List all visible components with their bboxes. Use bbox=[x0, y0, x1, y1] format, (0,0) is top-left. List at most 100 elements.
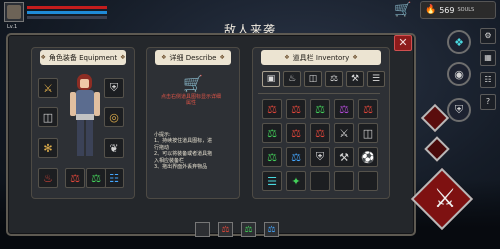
menu-button[interactable]: ▦ bbox=[480, 50, 496, 66]
cart-icon[interactable]: 🛒 bbox=[393, 2, 413, 18]
grid-icon: ▦ bbox=[484, 53, 492, 62]
skill-orb-button[interactable]: ❖ bbox=[447, 30, 471, 54]
close-icon[interactable]: ✕ bbox=[394, 35, 412, 51]
red-potion-icon: ⚖ bbox=[315, 126, 325, 140]
crossed-swords-icon: ⚔ bbox=[433, 184, 457, 214]
character-leg-left bbox=[77, 120, 84, 156]
inventory-slot[interactable]: ⚖ bbox=[286, 99, 306, 119]
inventory-slot-empty[interactable] bbox=[334, 171, 354, 191]
tab-helmet[interactable]: ♨ bbox=[283, 71, 301, 87]
tips-text: 小提示: 1、持续按住道具图标，进 行拖动 2、可以将装备或者道具拖 入相应装备… bbox=[154, 132, 236, 170]
tome-icon: ☷ bbox=[109, 171, 119, 185]
describe-header: ❖ 详细 Describe ❖ bbox=[155, 50, 231, 65]
player-level: Lv.1 bbox=[7, 24, 18, 30]
currency-display[interactable]: 🔥 569 SOULS bbox=[420, 1, 496, 19]
describe-title: 详细 Describe bbox=[169, 53, 217, 62]
wing-icon: ❖ bbox=[352, 54, 358, 61]
potion-tab-icon: ⚖ bbox=[329, 74, 339, 84]
inventory-slot[interactable]: ✦ bbox=[286, 171, 306, 191]
sword-icon: ⚔ bbox=[339, 126, 349, 140]
eye-button[interactable]: ◉ bbox=[447, 62, 471, 86]
scroll-icon: ☰ bbox=[267, 174, 277, 188]
equip-slot-potion-1[interactable]: ⚖ bbox=[65, 168, 85, 188]
green-potion-icon: ⚖ bbox=[315, 102, 325, 116]
equip-slot-shield[interactable]: ⛨ bbox=[104, 78, 124, 98]
character-torso bbox=[76, 90, 94, 116]
blue-potion-icon: ⚖ bbox=[291, 150, 301, 164]
green-potion-icon: ⚖ bbox=[267, 126, 277, 140]
inventory-slot[interactable]: ◫ bbox=[358, 123, 378, 143]
wing-icon: ❖ bbox=[284, 54, 290, 61]
red-potion-icon: ⚖ bbox=[363, 102, 373, 116]
hotbar-slot[interactable]: ⚖ bbox=[241, 222, 256, 237]
question-icon: ? bbox=[485, 97, 491, 106]
player-character bbox=[67, 74, 103, 166]
inventory-slot[interactable]: ⚒ bbox=[334, 147, 354, 167]
inventory-divider bbox=[258, 93, 380, 94]
hotbar-slot[interactable]: ⚖ bbox=[218, 222, 233, 237]
inventory-slot[interactable]: ⚖ bbox=[358, 99, 378, 119]
tab-armor[interactable]: ◫ bbox=[304, 71, 322, 87]
equip-slot-potion-2[interactable]: ⚖ bbox=[86, 168, 106, 188]
inventory-title: 道具栏 Inventory bbox=[292, 53, 350, 62]
equip-slot-amulet[interactable]: ✻ bbox=[38, 138, 58, 158]
scroll-tab-icon: ☰ bbox=[371, 74, 381, 84]
inventory-slot[interactable]: ⚖ bbox=[262, 99, 282, 119]
fire-icon: 🔥 bbox=[425, 5, 437, 15]
equipment-header: ❖ 角色装备 Equipment ❖ bbox=[40, 50, 126, 65]
inventory-slot[interactable]: ⚖ bbox=[262, 123, 282, 143]
describe-panel: ❖ 详细 Describe ❖ bbox=[146, 47, 240, 199]
weapon-tab-icon: ⚒ bbox=[350, 74, 360, 84]
inventory-slot[interactable]: ⚖ bbox=[310, 123, 330, 143]
map-icon: ☷ bbox=[484, 75, 492, 84]
tab-weapon[interactable]: ⚒ bbox=[346, 71, 364, 87]
defense-skill-button[interactable]: ⛨ bbox=[447, 98, 471, 122]
inventory-slot[interactable]: ⚖ bbox=[286, 123, 306, 143]
wing-icon: ❖ bbox=[219, 54, 225, 61]
equip-slot-tome[interactable]: ☷ bbox=[104, 168, 124, 188]
hotbar-slot[interactable] bbox=[195, 222, 210, 237]
player-avatar[interactable] bbox=[4, 2, 24, 22]
character-face bbox=[80, 79, 89, 88]
shield-icon: ⛨ bbox=[454, 103, 464, 116]
green-potion-icon: ⚖ bbox=[244, 224, 253, 235]
inventory-slot-empty[interactable] bbox=[358, 171, 378, 191]
inventory-slot-empty[interactable] bbox=[310, 171, 330, 191]
tab-all[interactable]: ▣ bbox=[262, 71, 280, 87]
green-potion-icon: ⚖ bbox=[267, 150, 277, 164]
currency-unit: SOULS bbox=[457, 7, 475, 13]
chest-armor-icon: ◫ bbox=[42, 110, 54, 124]
inventory-slot[interactable]: ⚔ bbox=[334, 123, 354, 143]
equip-slot-helmet[interactable]: ♨ bbox=[38, 168, 58, 188]
inventory-slot[interactable]: ⚖ bbox=[334, 99, 354, 119]
inventory-slot[interactable]: ⚽ bbox=[358, 147, 378, 167]
wing-icon: ❖ bbox=[40, 54, 46, 61]
inventory-header: ❖ 道具栏 Inventory ❖ bbox=[261, 50, 381, 65]
helmet-icon: ♨ bbox=[43, 171, 53, 185]
armor-tab-icon: ◫ bbox=[308, 74, 318, 84]
inventory-slot[interactable]: ⚖ bbox=[310, 99, 330, 119]
inventory-slot[interactable]: ⚖ bbox=[286, 147, 306, 167]
wand-icon: ✦ bbox=[291, 174, 301, 188]
gear-icon: ⚙ bbox=[484, 31, 492, 40]
help-button[interactable]: ? bbox=[480, 94, 496, 110]
red-potion-icon: ⚖ bbox=[70, 171, 80, 185]
inventory-slot[interactable]: ⚖ bbox=[262, 147, 282, 167]
equipment-title: 角色装备 Equipment bbox=[48, 53, 118, 62]
settings-button[interactable]: ⚙ bbox=[480, 28, 496, 44]
avatar-portrait bbox=[7, 5, 21, 19]
crossed-swords-icon: ⚔ bbox=[43, 81, 53, 95]
tab-scroll[interactable]: ☰ bbox=[367, 71, 385, 87]
hotbar-slot[interactable]: ⚖ bbox=[264, 222, 279, 237]
equip-slot-weapon[interactable]: ⚔ bbox=[38, 78, 58, 98]
equip-slot-ring[interactable]: ◎ bbox=[104, 107, 124, 127]
tab-potion[interactable]: ⚖ bbox=[325, 71, 343, 87]
inventory-slot[interactable]: ☰ bbox=[262, 171, 282, 191]
basket-icon: 🛒 bbox=[183, 74, 203, 93]
inventory-slot[interactable]: ⛨ bbox=[310, 147, 330, 167]
map-button[interactable]: ☷ bbox=[480, 72, 496, 88]
equip-slot-accessory[interactable]: ❦ bbox=[104, 138, 124, 158]
all-tab-icon: ▣ bbox=[266, 74, 276, 84]
equip-slot-armor[interactable]: ◫ bbox=[38, 107, 58, 127]
amulet-icon: ✻ bbox=[43, 141, 53, 155]
